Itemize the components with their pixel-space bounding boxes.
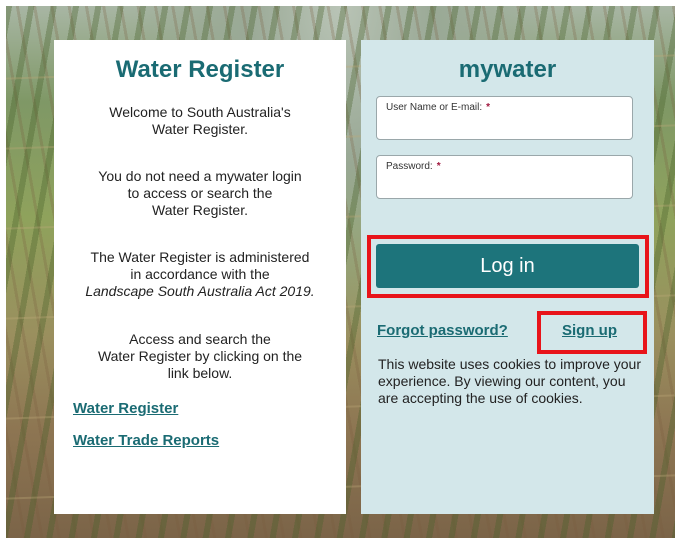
password-field[interactable]: Password: * [376,155,633,199]
access-line-1: Access and search the [129,331,271,347]
admin-line-3: Landscape South Australia Act 2019. [85,283,315,299]
welcome-line-1: Welcome to South Australia's [109,104,291,120]
sign-up-link[interactable]: Sign up [562,322,617,339]
forgot-password-link[interactable]: Forgot password? [377,322,508,339]
water-register-link[interactable]: Water Register [73,400,178,417]
required-marker: * [486,102,491,113]
login-button[interactable]: Log in [376,244,639,288]
password-input[interactable] [385,174,624,194]
cookie-notice: This website uses cookies to improve you… [378,356,641,406]
admin-line-2: in accordance with the [130,266,270,282]
admin-line-1: The Water Register is administered [90,249,310,265]
mywater-title: mywater [458,56,557,83]
welcome-text: Welcome to South Australia's Water Regis… [64,104,336,138]
username-field[interactable]: User Name or E-mail: * [376,96,633,140]
access-line-2: Water Register by clicking on the [97,348,303,364]
water-register-panel: Water Register Welcome to South Australi… [54,40,346,514]
access-text: Access and search the Water Register by … [64,331,336,382]
water-trade-reports-link[interactable]: Water Trade Reports [73,432,219,449]
login-note-line-3: Water Register. [152,202,248,218]
login-note-text: You do not need a mywater login to acces… [64,168,336,219]
username-input[interactable] [385,115,624,135]
login-note-line-1: You do not need a mywater login [98,168,302,184]
welcome-line-2: Water Register. [152,121,248,137]
access-line-3: link below. [167,365,233,381]
water-register-title: Water Register [115,56,285,83]
username-label: User Name or E-mail: * [386,102,491,113]
required-marker: * [436,161,441,172]
admin-text: The Water Register is administered in ac… [64,249,336,300]
login-note-line-2: to access or search the [127,185,273,201]
password-label: Password: * [386,161,441,172]
